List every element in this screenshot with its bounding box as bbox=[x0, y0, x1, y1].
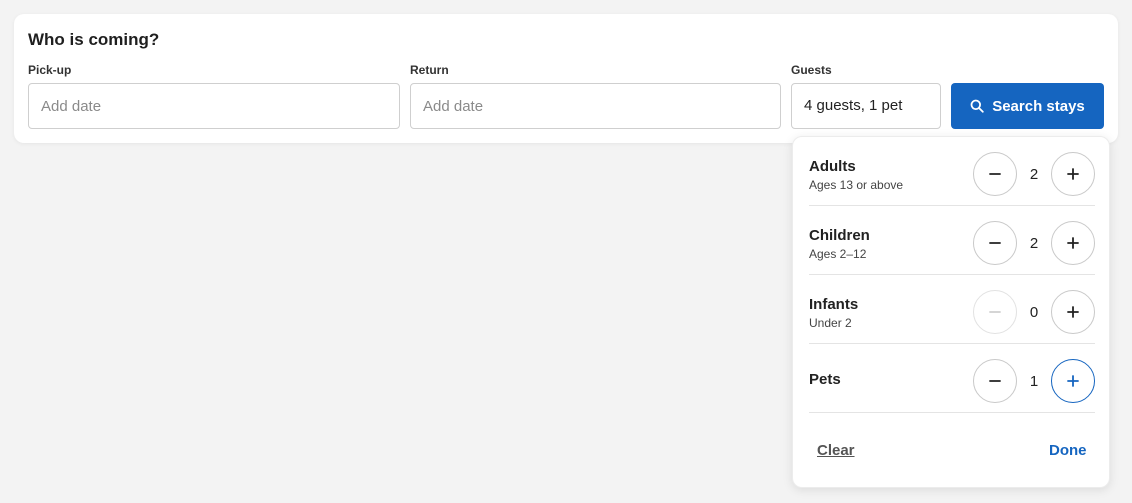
page-title: Who is coming? bbox=[28, 30, 160, 49]
minus-icon bbox=[989, 173, 1001, 175]
minus-icon bbox=[989, 380, 1001, 382]
children-increment-button[interactable] bbox=[1051, 221, 1095, 265]
row-subtitle: Under 2 bbox=[809, 316, 852, 330]
done-button[interactable]: Done bbox=[1049, 442, 1087, 459]
guests-popover: Adults Ages 13 or above 2 Children Ages … bbox=[792, 136, 1110, 488]
infants-increment-button[interactable] bbox=[1051, 290, 1095, 334]
plus-icon bbox=[1067, 306, 1079, 318]
guest-row-infants: Infants Under 2 0 bbox=[809, 275, 1095, 344]
plus-icon bbox=[1067, 237, 1079, 249]
row-title: Adults bbox=[809, 158, 856, 175]
search-stays-button[interactable]: Search stays bbox=[951, 83, 1104, 129]
return-label: Return bbox=[410, 63, 449, 77]
guests-label: Guests bbox=[791, 63, 832, 77]
pets-decrement-button[interactable] bbox=[973, 359, 1017, 403]
plus-icon bbox=[1067, 375, 1079, 387]
minus-icon bbox=[989, 311, 1001, 313]
clear-button[interactable]: Clear bbox=[817, 442, 855, 459]
guest-row-children: Children Ages 2–12 2 bbox=[809, 206, 1095, 275]
guests-selector[interactable]: 4 guests, 1 pet bbox=[791, 83, 941, 129]
search-card: Who is coming? Pick-up Return Guests 4 g… bbox=[14, 14, 1118, 143]
children-count: 2 bbox=[1029, 235, 1039, 252]
pets-increment-button[interactable] bbox=[1051, 359, 1095, 403]
infants-decrement-button[interactable] bbox=[973, 290, 1017, 334]
search-stays-label: Search stays bbox=[992, 97, 1085, 115]
adults-count: 2 bbox=[1029, 166, 1039, 183]
children-decrement-button[interactable] bbox=[973, 221, 1017, 265]
pickup-date-input[interactable] bbox=[28, 83, 400, 129]
adults-decrement-button[interactable] bbox=[973, 152, 1017, 196]
row-subtitle: Ages 2–12 bbox=[809, 247, 867, 261]
row-title: Pets bbox=[809, 371, 841, 388]
row-title: Children bbox=[809, 227, 870, 244]
search-icon bbox=[970, 99, 984, 113]
return-date-input[interactable] bbox=[410, 83, 781, 129]
row-title: Infants bbox=[809, 296, 859, 313]
guest-row-adults: Adults Ages 13 or above 2 bbox=[809, 137, 1095, 206]
minus-icon bbox=[989, 242, 1001, 244]
pickup-label: Pick-up bbox=[28, 63, 72, 77]
row-subtitle: Ages 13 or above bbox=[809, 178, 904, 192]
infants-count: 0 bbox=[1029, 304, 1039, 321]
adults-increment-button[interactable] bbox=[1051, 152, 1095, 196]
plus-icon bbox=[1067, 168, 1079, 180]
pets-count: 1 bbox=[1029, 373, 1039, 390]
guest-row-pets: Pets 1 bbox=[809, 344, 1095, 413]
